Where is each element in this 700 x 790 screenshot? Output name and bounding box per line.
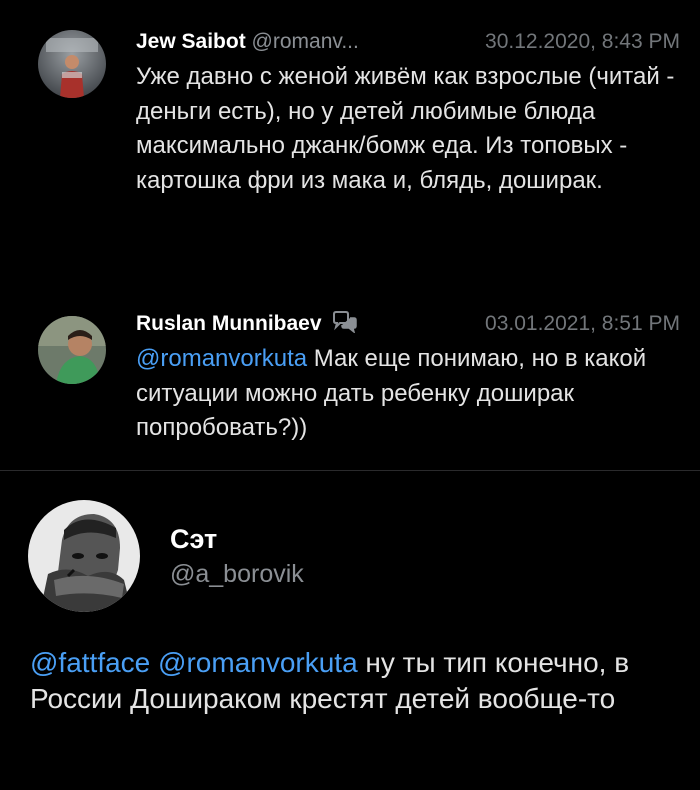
- divider: [0, 470, 700, 471]
- avatar[interactable]: [28, 500, 140, 612]
- comment-text: Уже давно с женой живём как взрослые (чи…: [136, 63, 675, 194]
- comment-ruslan-munnibaev: Ruslan Munnibaev 03.01.2021, 8:51 PM @ro…: [0, 290, 700, 470]
- mention-link[interactable]: @fattface: [30, 647, 150, 678]
- timestamp: 30.12.2020, 8:43 PM: [485, 30, 680, 53]
- tweet-text: @fattface @romanvorkuta ну ты тип конечн…: [30, 645, 680, 717]
- timestamp: 03.01.2021, 8:51 PM: [485, 312, 680, 335]
- avatar[interactable]: [38, 316, 106, 384]
- mention-link[interactable]: @romanvorkuta: [136, 345, 307, 372]
- author-name[interactable]: Ruslan Munnibaev: [136, 312, 322, 335]
- avatar[interactable]: [38, 30, 106, 98]
- author-name[interactable]: Сэт: [170, 524, 217, 555]
- comment-jew-saibot: Jew Saibot @romanv... 30.12.2020, 8:43 P…: [0, 0, 700, 280]
- author-handle[interactable]: @romanv...: [252, 30, 359, 53]
- author-name[interactable]: Jew Saibot: [136, 30, 246, 53]
- comment-text: @romanvorkuta Мак еще понимаю, но в како…: [136, 342, 676, 446]
- author-handle[interactable]: @a_borovik: [170, 560, 304, 589]
- chat-bubbles-icon: [332, 311, 358, 341]
- mention-link[interactable]: @romanvorkuta: [158, 647, 358, 678]
